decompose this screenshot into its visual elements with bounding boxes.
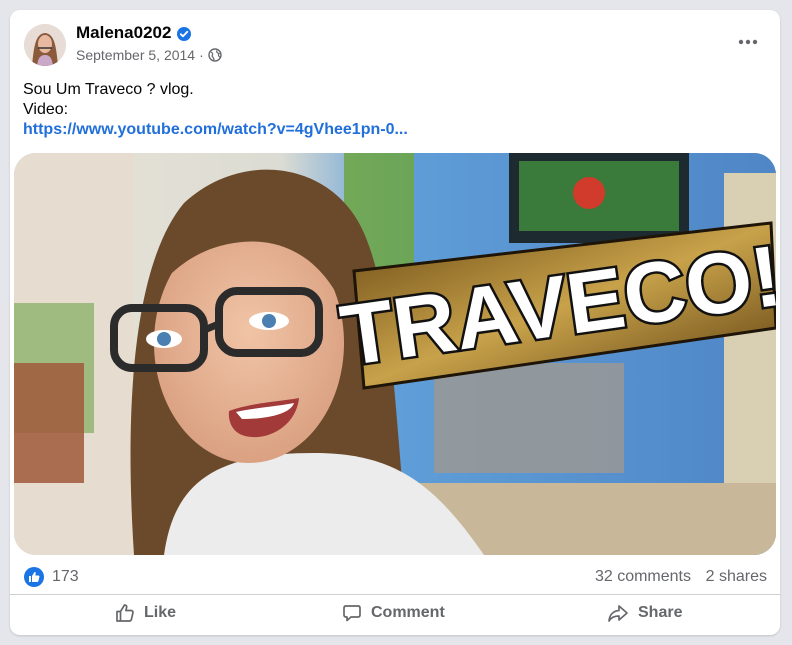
comment-label: Comment <box>371 604 445 621</box>
action-bar: Like Comment Share <box>10 594 780 631</box>
avatar[interactable] <box>24 24 66 66</box>
post-card: Malena0202 September 5, 2014 · Sou Um Tr… <box>10 10 780 635</box>
globe-icon[interactable] <box>208 48 222 62</box>
like-label: Like <box>144 604 177 621</box>
post-date[interactable]: September 5, 2014 <box>76 47 195 63</box>
author-name-text[interactable]: Malena0202 <box>76 23 171 43</box>
video-link[interactable]: https://www.youtube.com/watch?v=4gVhee1p… <box>23 120 408 140</box>
post-meta: September 5, 2014 · <box>76 47 222 63</box>
author-name[interactable]: Malena0202 <box>76 23 192 43</box>
reaction-stats: 173 32 comments 2 shares <box>10 566 780 592</box>
share-arrow-icon <box>608 605 628 622</box>
post-text-line2: Video: <box>23 101 69 118</box>
comment-button[interactable]: Comment <box>342 595 445 631</box>
video-thumbnail[interactable]: TRAVECO! <box>10 153 780 555</box>
thumbnail-image: TRAVECO! <box>14 153 776 555</box>
share-button[interactable]: Share <box>607 595 682 631</box>
thumbs-up-outline-icon <box>116 604 134 622</box>
thumbnail-frame[interactable]: TRAVECO! <box>14 153 776 555</box>
more-options-icon[interactable] <box>730 32 766 52</box>
verified-badge-icon <box>177 26 192 41</box>
post-text: Sou Um Traveco ? vlog. Video: https://ww… <box>23 80 408 140</box>
thumbs-up-icon[interactable] <box>24 567 44 587</box>
like-button[interactable]: Like <box>115 595 176 631</box>
shares-count[interactable]: 2 shares <box>706 568 767 586</box>
post-text-line1: Sou Um Traveco ? vlog. <box>23 81 194 98</box>
comment-bubble-icon <box>343 605 361 622</box>
meta-separator: · <box>199 47 204 63</box>
comments-count[interactable]: 32 comments <box>595 568 691 586</box>
share-label: Share <box>638 604 683 621</box>
like-count[interactable]: 173 <box>52 568 79 586</box>
